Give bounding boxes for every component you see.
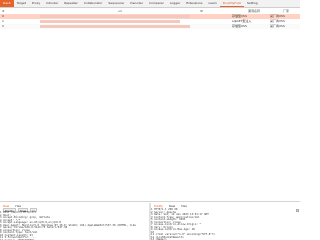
- tab-repeater[interactable]: Repeater: [61, 0, 81, 7]
- split-divider[interactable]: [0, 201, 300, 202]
- subtab-hex[interactable]: Hex: [178, 204, 190, 208]
- response-pane: Pretty Raw Hex 1 HTTP/1.1 200 OK 2 Server: …: [151, 204, 300, 240]
- table-row[interactable]: 2 存储型XSS 某厂商XSS: [0, 24, 300, 29]
- request-editor[interactable]: 1 POST /ve/1/1 HTTP/1.1 2 Host: ... 3 Acce…: [0, 211, 136, 240]
- response-editor[interactable]: 1 HTTP/1.1 200 OK 2 Server: Apache 3 Date:…: [151, 208, 215, 240]
- tab-extensions[interactable]: Extensions: [183, 0, 205, 7]
- redacted-url: [40, 20, 180, 23]
- tab-logger[interactable]: Logger: [167, 0, 183, 7]
- main-tab-bar: Dash Target Proxy Intruder Repeater Collabora…: [0, 0, 300, 8]
- inspector-icon[interactable]: [296, 209, 299, 212]
- tab-setting[interactable]: Setting: [244, 0, 261, 7]
- tab-target[interactable]: Target: [14, 0, 29, 7]
- row-vuln-name: 存储型XSS: [232, 24, 247, 28]
- request-pane: Raw Hex Pretty Raw \n 1 POST /ve/1/1 HTTP/1…: [0, 204, 148, 240]
- tab-collaborator[interactable]: Collaborator: [81, 0, 106, 7]
- row-vendor: 某厂商XSS: [270, 24, 285, 28]
- redacted-url: [40, 15, 190, 18]
- tab-burpmyfuzz[interactable]: BurpMyFuzz: [219, 0, 244, 7]
- tab-comparer[interactable]: Comparer: [146, 0, 167, 7]
- redacted-url: [40, 25, 190, 28]
- row-num: 2: [2, 24, 4, 28]
- tab-sequencer[interactable]: Sequencer: [105, 0, 127, 7]
- tab-decoder[interactable]: Decoder: [127, 0, 146, 7]
- tab-learn[interactable]: Learn: [206, 0, 220, 7]
- tab-proxy[interactable]: Proxy: [29, 0, 43, 7]
- tab-dash[interactable]: Dash: [0, 0, 14, 7]
- tab-intruder[interactable]: Intruder: [43, 0, 61, 7]
